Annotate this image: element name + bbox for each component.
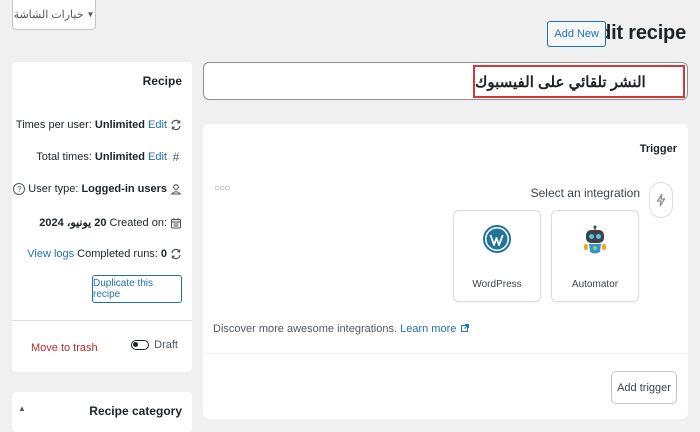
times-per-user-label: Times per user: xyxy=(15,119,92,131)
hash-icon: # xyxy=(172,150,180,164)
add-new-button[interactable]: Add New xyxy=(547,21,606,47)
external-link-icon xyxy=(458,324,469,334)
times-per-user-row: Times per user: Unlimited Edit xyxy=(16,119,182,131)
screen-options-label: خيارات الشاشة xyxy=(13,9,84,21)
user-icon xyxy=(170,183,182,195)
user-type-row: ? User type: Logged-in users xyxy=(13,183,182,195)
completed-runs-label: Completed runs: xyxy=(77,248,158,260)
total-times-label: Total times: xyxy=(36,151,92,163)
recipe-meta-box: Recipe Times per user: Unlimited Edit To… xyxy=(12,62,192,372)
status-toggle[interactable]: Draft xyxy=(131,339,178,351)
user-type-value: Logged-in users xyxy=(81,183,167,195)
completed-runs-row: View logs Completed runs: 0 xyxy=(27,248,182,260)
learn-more-link[interactable]: Learn more xyxy=(400,323,469,335)
recipe-category-heading: Recipe category xyxy=(89,404,182,418)
status-label: Draft xyxy=(154,339,178,351)
trigger-heading: Trigger xyxy=(639,143,677,155)
times-per-user-edit-link[interactable]: Edit xyxy=(148,119,167,131)
refresh-icon xyxy=(170,248,182,260)
move-to-trash-link[interactable]: Move to trash xyxy=(31,342,98,354)
created-on-label: Created on: xyxy=(109,216,167,229)
add-trigger-button[interactable]: Add trigger xyxy=(611,371,677,404)
screen-options-button[interactable]: خيارات الشاشة ▼ xyxy=(12,0,96,30)
toggle-switch-icon[interactable] xyxy=(131,340,150,350)
triangle-down-icon: ▼ xyxy=(86,10,95,19)
bolt-icon xyxy=(649,182,673,218)
view-logs-link[interactable]: View logs xyxy=(27,248,74,260)
calendar-icon xyxy=(170,217,182,229)
total-times-row: Total times: Unlimited Edit # xyxy=(36,150,182,164)
help-icon[interactable]: ? xyxy=(13,183,26,195)
completed-runs-value: 0 xyxy=(160,248,167,260)
integration-card-automator[interactable]: Automator xyxy=(551,210,639,302)
repeat-icon xyxy=(170,119,182,131)
integration-label-automator: Automator xyxy=(571,279,619,290)
total-times-edit-link[interactable]: Edit xyxy=(148,151,167,163)
created-on-value: 20 يونيو، 2024 xyxy=(39,217,107,229)
discover-integrations-text: Discover more awesome integrations. Lear… xyxy=(213,323,469,335)
recipe-title-value[interactable]: النشر تلقائي على الفيسبوك xyxy=(473,65,685,98)
user-type-label: User type: xyxy=(28,183,79,195)
wordpress-icon xyxy=(483,225,511,253)
recipe-box-heading: Recipe xyxy=(142,74,182,88)
duplicate-recipe-button[interactable]: Duplicate this recipe xyxy=(92,275,182,303)
times-per-user-value: Unlimited xyxy=(94,119,146,131)
integration-card-wordpress[interactable]: WordPress xyxy=(453,210,541,302)
created-on-row: 20 يونيو، 2024 Created on: xyxy=(39,216,182,229)
total-times-value: Unlimited xyxy=(94,151,146,163)
more-options-icon[interactable]: ○○○ xyxy=(214,183,230,194)
discover-text: Discover more awesome integrations. xyxy=(213,323,398,335)
integration-label-wordpress: WordPress xyxy=(472,279,522,290)
box-divider xyxy=(12,320,192,321)
automator-icon xyxy=(581,225,609,254)
trigger-divider xyxy=(203,353,688,354)
recipe-category-box: ▲ Recipe category xyxy=(12,392,192,432)
trigger-panel: Trigger ○○○ Select an integration WordPr… xyxy=(203,124,688,419)
collapse-arrow-icon[interactable]: ▲ xyxy=(18,404,26,413)
select-integration-label: Select an integration xyxy=(530,186,640,200)
